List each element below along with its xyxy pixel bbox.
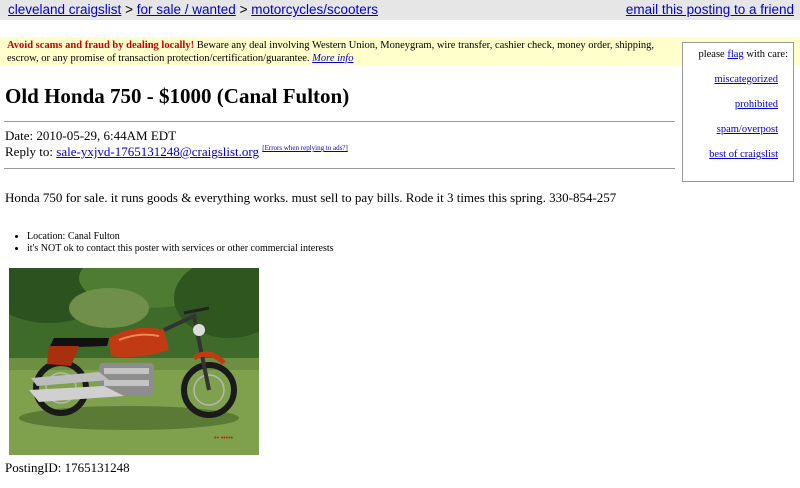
flag-header: please flag with care: (698, 49, 788, 60)
flag-best-of-link[interactable]: best of craigslist (709, 149, 778, 160)
flag-box: please flag with care: miscategorized pr… (682, 42, 794, 182)
breadcrumb-subcategory-link[interactable]: motorcycles/scooters (251, 2, 378, 17)
list-item: it's NOT ok to contact this poster with … (27, 243, 334, 255)
posting-title: Old Honda 750 - $1000 (Canal Fulton) (5, 84, 350, 108)
posting-id: PostingID: 1765131248 (5, 460, 130, 475)
divider (4, 168, 675, 169)
divider (4, 121, 675, 122)
warning-bold: Avoid scams and fraud by dealing locally… (7, 40, 195, 51)
flag-miscategorized-link[interactable]: miscategorized (714, 74, 778, 85)
list-item: Location: Canal Fulton (27, 231, 334, 243)
posting-date: Date: 2010-05-29, 6:44AM EDT (5, 128, 177, 143)
top-bar: cleveland craigslist > for sale / wanted… (0, 0, 800, 20)
reply-errors-link[interactable]: [Errors when replying to ads?] (262, 144, 348, 152)
breadcrumb-category-link[interactable]: for sale / wanted (137, 2, 236, 17)
flag-link[interactable]: flag (727, 49, 743, 60)
flag-prefix: please (698, 49, 725, 60)
svg-text:•• •••••: •• ••••• (214, 435, 234, 442)
warning-text: Avoid scams and fraud by dealing locally… (7, 39, 672, 65)
posting-notes: Location: Canal Fulton it's NOT ok to co… (0, 231, 334, 255)
breadcrumb-separator: > (239, 2, 248, 17)
reply-label: Reply to: (5, 144, 54, 159)
posting-body: Honda 750 for sale. it runs goods & ever… (5, 190, 617, 205)
more-info-link[interactable]: More info (312, 53, 353, 64)
breadcrumb-site-link[interactable]: cleveland craigslist (8, 2, 121, 17)
flag-spam-link[interactable]: spam/overpost (717, 124, 778, 135)
flag-prohibited-link[interactable]: prohibited (735, 99, 778, 110)
email-posting-link[interactable]: email this posting to a friend (626, 2, 794, 17)
motorcycle-photo: •• ••••• (9, 268, 259, 455)
scam-warning-banner: Avoid scams and fraud by dealing locally… (0, 37, 800, 65)
reply-line: Reply to: sale-yxjvd-1765131248@craigsli… (5, 144, 348, 160)
breadcrumb-separator: > (125, 2, 133, 17)
flag-suffix: with care: (746, 49, 788, 60)
breadcrumb: cleveland craigslist > for sale / wanted… (8, 2, 378, 17)
reply-email-link[interactable]: sale-yxjvd-1765131248@craigslist.org (56, 144, 259, 159)
